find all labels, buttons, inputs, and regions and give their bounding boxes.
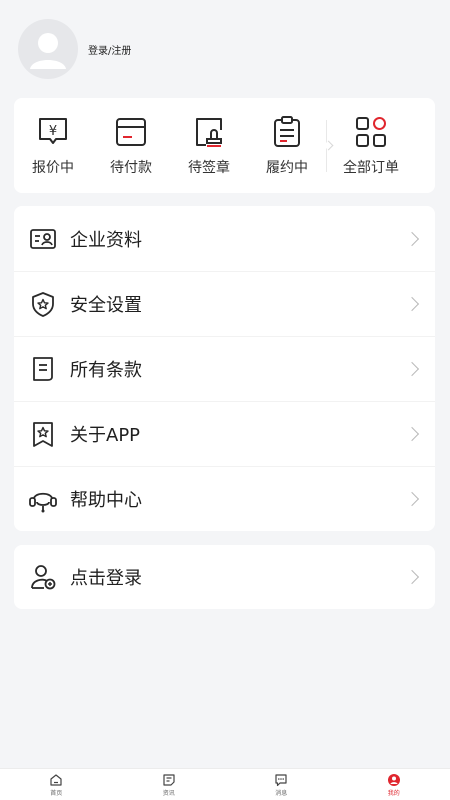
tab-messages-label: 消息 (275, 790, 288, 797)
profile-header[interactable]: 登录/注册 (18, 19, 131, 79)
order-all-label: 全部订单 (343, 159, 399, 176)
order-pending-signature-label: 待签章 (188, 159, 230, 176)
shield-star-icon (28, 289, 58, 319)
profile-icon (387, 774, 400, 786)
menu-item-company-info[interactable]: 企业资料 (14, 206, 435, 271)
click-login-row[interactable]: 点击登录 (14, 545, 435, 609)
menu-item-terms[interactable]: 所有条款 (14, 336, 435, 401)
menu-item-help-center[interactable]: 帮助中心 (14, 466, 435, 531)
tab-messages[interactable]: 消息 (225, 769, 338, 800)
chevron-right-icon (404, 231, 420, 246)
chevron-right-icon (404, 361, 420, 377)
avatar-user-icon (30, 33, 66, 69)
orders-card: ¥ 报价中 待付款 待签章 履约中 全部订单 (14, 98, 435, 193)
settings-menu: 企业资料 安全设置 所有条款 关于APP 帮助中心 (14, 206, 435, 531)
quote-yen-icon: ¥ (36, 115, 70, 149)
menu-item-security[interactable]: 安全设置 (14, 271, 435, 336)
chevron-right-icon (404, 296, 420, 312)
chevron-right-icon (404, 491, 420, 507)
order-pending-signature[interactable]: 待签章 (170, 115, 248, 177)
home-icon (50, 774, 62, 786)
login-register-link[interactable]: 登录/注册 (88, 42, 131, 57)
headset-icon (28, 484, 58, 514)
chevron-right-icon (404, 426, 420, 442)
tab-mine-label: 我的 (387, 790, 400, 797)
tab-mine[interactable]: 我的 (338, 769, 450, 800)
tab-news[interactable]: 资讯 (113, 769, 226, 800)
menu-item-about-app[interactable]: 关于APP (14, 401, 435, 466)
chevron-right-icon (404, 569, 420, 585)
bottom-tab-bar: 首页 资讯 消息 我的 (0, 768, 450, 800)
login-card: 点击登录 (14, 545, 435, 609)
id-card-icon (28, 224, 58, 254)
document-icon (28, 354, 58, 384)
menu-item-help-center-label: 帮助中心 (70, 490, 142, 511)
tab-home-label: 首页 (50, 790, 63, 797)
grid-icon (354, 115, 388, 149)
menu-item-security-label: 安全设置 (70, 295, 142, 316)
menu-item-about-app-label: 关于APP (70, 425, 141, 446)
bookmark-star-icon (28, 419, 58, 449)
order-quoting[interactable]: ¥ 报价中 (14, 115, 92, 177)
tab-home[interactable]: 首页 (0, 769, 113, 800)
stamp-icon (192, 115, 226, 149)
svg-text:¥: ¥ (49, 124, 57, 139)
menu-item-terms-label: 所有条款 (70, 360, 142, 381)
clipboard-icon (270, 115, 304, 149)
order-in-fulfillment[interactable]: 履约中 (248, 115, 326, 177)
order-pending-payment[interactable]: 待付款 (92, 115, 170, 177)
order-quoting-label: 报价中 (32, 159, 74, 176)
order-in-fulfillment-label: 履约中 (266, 159, 308, 176)
order-all[interactable]: 全部订单 (327, 115, 415, 177)
tab-news-label: 资讯 (162, 790, 175, 797)
news-icon (163, 774, 175, 786)
order-pending-payment-label: 待付款 (110, 159, 152, 176)
message-icon (275, 774, 287, 787)
menu-item-company-info-label: 企业资料 (70, 229, 142, 251)
user-add-icon (28, 562, 58, 592)
avatar[interactable] (18, 19, 78, 79)
click-login-label: 点击登录 (70, 568, 142, 589)
orders-divider (326, 119, 327, 172)
card-payment-icon (114, 115, 148, 149)
